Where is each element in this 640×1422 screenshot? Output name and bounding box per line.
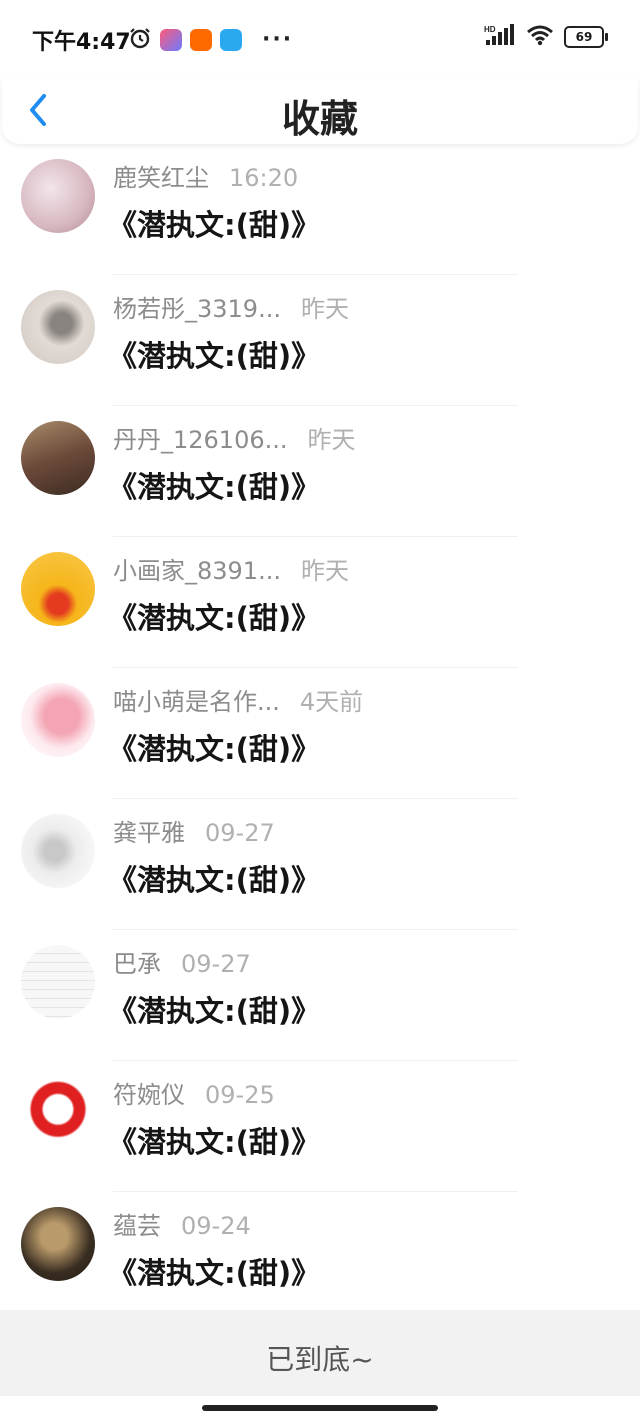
timestamp: 09-25 xyxy=(205,1081,275,1109)
timestamp: 09-24 xyxy=(181,1212,251,1240)
avatar[interactable] xyxy=(21,1207,95,1281)
battery-indicator: 69 xyxy=(564,26,608,48)
list-item[interactable]: 蕴芸 09-24 《潜执文:(甜)》 xyxy=(0,1192,640,1323)
end-of-list-banner: 已到底~ xyxy=(0,1310,640,1396)
status-app-icons: ··· xyxy=(128,26,293,54)
item-meta: 喵小萌是名作... 4天前 xyxy=(113,682,363,717)
avatar[interactable] xyxy=(21,683,95,757)
page-title: 收藏 xyxy=(281,97,358,141)
list-item[interactable]: 鹿笑红尘 16:20 《潜执文:(甜)》 xyxy=(0,144,640,275)
home-indicator[interactable] xyxy=(202,1405,438,1411)
navigation-header: 收藏 xyxy=(2,78,638,144)
play-app-icon xyxy=(160,29,182,51)
more-dots-icon: ··· xyxy=(262,27,294,52)
message-text: 《潜执文:(甜)》 xyxy=(108,863,321,897)
list-item[interactable]: 巴承 09-27 《潜执文:(甜)》 xyxy=(0,930,640,1061)
item-meta: 鹿笑红尘 16:20 xyxy=(113,158,298,193)
timestamp: 16:20 xyxy=(229,164,299,192)
timestamp: 4天前 xyxy=(299,688,364,716)
network-label: HD xyxy=(484,25,496,34)
blue-app-icon xyxy=(220,29,242,51)
message-text: 《潜执文:(甜)》 xyxy=(108,994,321,1028)
timestamp: 09-27 xyxy=(205,819,275,847)
timestamp: 昨天 xyxy=(307,426,356,454)
list-item[interactable]: 龚平雅 09-27 《潜执文:(甜)》 xyxy=(0,799,640,930)
avatar[interactable] xyxy=(21,552,95,626)
timestamp: 09-27 xyxy=(181,950,251,978)
avatar[interactable] xyxy=(21,1076,95,1150)
item-meta: 丹丹_126106... 昨天 xyxy=(113,420,356,455)
avatar[interactable] xyxy=(21,945,95,1019)
list-item[interactable]: 杨若彤_3319... 昨天 《潜执文:(甜)》 xyxy=(0,275,640,406)
end-of-list-text: 已到底~ xyxy=(266,1343,374,1376)
list-item[interactable]: 小画家_8391... 昨天 《潜执文:(甜)》 xyxy=(0,537,640,668)
message-text: 《潜执文:(甜)》 xyxy=(108,1125,321,1159)
sender-name: 丹丹_126106... xyxy=(113,426,288,454)
sender-name: 巴承 xyxy=(113,950,161,978)
item-meta: 蕴芸 09-24 xyxy=(113,1206,251,1241)
sender-name: 龚平雅 xyxy=(113,819,185,847)
item-meta: 杨若彤_3319... 昨天 xyxy=(113,289,349,324)
message-text: 《潜执文:(甜)》 xyxy=(108,601,321,635)
avatar[interactable] xyxy=(21,814,95,888)
list-item[interactable]: 符婉仪 09-25 《潜执文:(甜)》 xyxy=(0,1061,640,1192)
status-time: 下午4:47 xyxy=(32,30,131,55)
status-indicators: HD 69 xyxy=(484,24,608,50)
timestamp: 昨天 xyxy=(300,557,349,585)
sender-name: 喵小萌是名作... xyxy=(113,688,280,716)
item-meta: 龚平雅 09-27 xyxy=(113,813,275,848)
avatar[interactable] xyxy=(21,159,95,233)
item-meta: 巴承 09-27 xyxy=(113,944,251,979)
status-bar: 下午4:47 ··· HD 69 xyxy=(0,0,640,78)
sender-name: 杨若彤_3319... xyxy=(113,295,281,323)
item-meta: 小画家_8391... 昨天 xyxy=(113,551,349,586)
message-text: 《潜执文:(甜)》 xyxy=(108,1256,321,1290)
message-text: 《潜执文:(甜)》 xyxy=(108,339,321,373)
list-item[interactable]: 喵小萌是名作... 4天前 《潜执文:(甜)》 xyxy=(0,668,640,799)
message-text: 《潜执文:(甜)》 xyxy=(108,470,321,504)
avatar[interactable] xyxy=(21,421,95,495)
message-text: 《潜执文:(甜)》 xyxy=(108,732,321,766)
item-meta: 符婉仪 09-25 xyxy=(113,1075,275,1110)
timestamp: 昨天 xyxy=(300,295,349,323)
sender-name: 符婉仪 xyxy=(113,1081,185,1109)
signal-icon: HD xyxy=(484,24,516,50)
favorites-list: 鹿笑红尘 16:20 《潜执文:(甜)》 杨若彤_3319... 昨天 《潜执文… xyxy=(0,144,640,1323)
sender-name: 蕴芸 xyxy=(113,1212,161,1240)
alarm-icon xyxy=(128,26,152,54)
sender-name: 小画家_8391... xyxy=(113,557,281,585)
mi-app-icon xyxy=(190,29,212,51)
avatar[interactable] xyxy=(21,290,95,364)
message-text: 《潜执文:(甜)》 xyxy=(108,208,321,242)
sender-name: 鹿笑红尘 xyxy=(113,164,209,192)
wifi-icon xyxy=(526,24,554,50)
list-item[interactable]: 丹丹_126106... 昨天 《潜执文:(甜)》 xyxy=(0,406,640,537)
